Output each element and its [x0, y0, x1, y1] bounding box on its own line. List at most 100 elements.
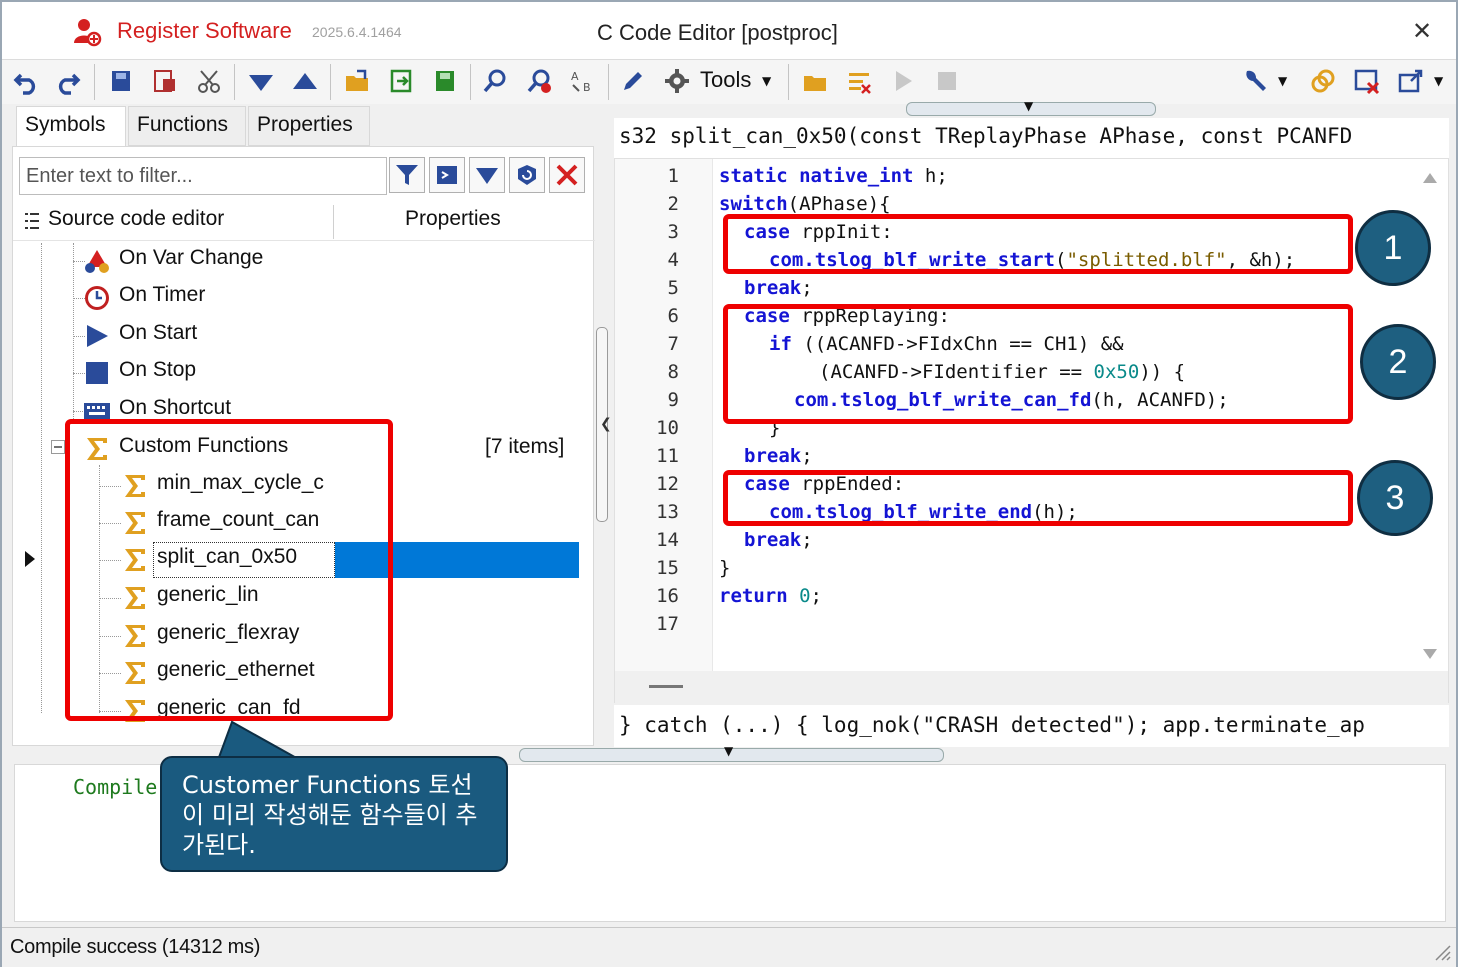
chevron-down-icon[interactable]: ▼: [1434, 74, 1443, 88]
undo-icon[interactable]: [10, 64, 44, 98]
open-folder-icon[interactable]: [340, 64, 374, 98]
new-window-icon[interactable]: [1394, 64, 1428, 98]
status-text: Compile success (14312 ms): [10, 936, 261, 958]
move-up-icon[interactable]: [288, 64, 322, 98]
folder-icon[interactable]: [798, 64, 832, 98]
line-number: 3: [667, 221, 679, 243]
filter-icon[interactable]: [389, 157, 425, 193]
line-number: 13: [656, 501, 679, 523]
scroll-down-icon[interactable]: [1423, 649, 1437, 659]
svg-text:A: A: [571, 70, 579, 83]
line-number: 10: [656, 417, 679, 439]
line-number: 4: [667, 249, 679, 271]
line-number: 5: [667, 277, 679, 299]
tab-symbols[interactable]: Symbols: [16, 106, 126, 146]
scroll-thumb[interactable]: [649, 685, 683, 688]
close-button[interactable]: ✕: [1407, 16, 1437, 46]
start-icon: [87, 325, 108, 347]
line-number: 6: [667, 305, 679, 327]
close-window-icon[interactable]: [1350, 64, 1384, 98]
code-line: return 0;: [719, 585, 822, 607]
checklist-icon[interactable]: [842, 64, 876, 98]
catch-line[interactable]: } catch (...) { log_nok("CRASH detected"…: [614, 705, 1449, 747]
wrench-icon[interactable]: [1238, 64, 1272, 98]
run-icon[interactable]: [886, 64, 920, 98]
tab-functions[interactable]: Functions: [128, 106, 246, 146]
line-number: 1: [667, 165, 679, 187]
status-bar: Compile success (14312 ms): [2, 927, 1456, 967]
annotation-box-2: [723, 304, 1353, 424]
link-icon[interactable]: [1306, 64, 1340, 98]
tree-item-on-stop[interactable]: On Stop: [13, 355, 573, 391]
annotation-circle-3: 3: [1357, 460, 1433, 536]
toolbar: AB Tools ▼ ▼ ▼: [2, 60, 1456, 104]
code-line: }: [719, 557, 731, 579]
chevron-down-icon: ▼: [1024, 99, 1034, 113]
items-count: [7 items]: [485, 435, 565, 458]
code-line: break;: [744, 529, 813, 551]
save-as-icon[interactable]: [148, 64, 182, 98]
code-line: break;: [744, 445, 813, 467]
save-icon[interactable]: [104, 64, 138, 98]
edit-pen-icon[interactable]: [616, 64, 650, 98]
replace-ab-icon[interactable]: AB: [566, 64, 600, 98]
code-line: static native_int h;: [719, 165, 948, 187]
register-user-icon: [74, 19, 102, 47]
tree-item-on-timer[interactable]: On Timer: [13, 280, 573, 316]
column-source-code-editor[interactable]: Source code editor: [48, 207, 224, 231]
line-number: 12: [656, 473, 679, 495]
collapse-panel-chevron-icon[interactable]: ❮: [600, 416, 612, 432]
annotation-circle-2: 2: [1360, 324, 1436, 400]
annotation-box-3: [723, 470, 1353, 526]
tree-item-on-start[interactable]: On Start: [13, 318, 573, 354]
line-number: 8: [667, 361, 679, 383]
cut-icon[interactable]: [192, 64, 226, 98]
line-number: 14: [656, 529, 679, 551]
apply-filter-icon[interactable]: [429, 157, 465, 193]
line-number: 2: [667, 193, 679, 215]
resize-grip-icon[interactable]: [1432, 940, 1452, 962]
find-replace-icon[interactable]: [522, 64, 556, 98]
tree-item-on-var-change[interactable]: On Var Change: [13, 243, 573, 279]
line-number: 16: [656, 585, 679, 607]
tab-properties[interactable]: Properties: [248, 106, 370, 146]
refresh-icon[interactable]: [509, 157, 545, 193]
annotation-circle-1: 1: [1355, 210, 1431, 286]
line-number: 17: [656, 613, 679, 635]
editor-horizontal-scrollbar[interactable]: [615, 671, 1448, 703]
function-signature[interactable]: s32 split_can_0x50(const TReplayPhase AP…: [614, 118, 1449, 158]
tools-menu[interactable]: Tools: [700, 67, 751, 93]
register-software-link[interactable]: Register Software: [117, 18, 292, 44]
filter-input[interactable]: [19, 157, 387, 195]
title-bar: Register Software 2025.6.4.1464 C Code E…: [2, 2, 1456, 60]
version-label: 2025.6.4.1464: [312, 24, 402, 40]
column-properties[interactable]: Properties: [405, 207, 501, 231]
clear-filter-icon[interactable]: [549, 157, 585, 193]
line-number: 15: [656, 557, 679, 579]
code-line: break;: [744, 277, 813, 299]
left-tabs: Symbols Functions Properties: [12, 104, 592, 146]
line-number: 11: [656, 445, 679, 467]
timer-icon: [85, 286, 109, 310]
scroll-up-icon[interactable]: [1423, 173, 1437, 183]
window-title: C Code Editor [postproc]: [597, 20, 838, 45]
collapse-filter-icon[interactable]: [469, 157, 505, 193]
gear-icon[interactable]: [660, 64, 694, 98]
chevron-down-icon: ▼: [762, 74, 772, 88]
redo-icon[interactable]: [50, 64, 84, 98]
var-change-icon: [85, 250, 109, 273]
find-icon[interactable]: [478, 64, 512, 98]
move-down-icon[interactable]: [244, 64, 278, 98]
import-icon[interactable]: [428, 64, 462, 98]
chevron-down-icon[interactable]: ▼: [1278, 74, 1287, 88]
annotation-callout: Customer Functions 토선이 미리 작성해둔 함수들이 추가된다…: [160, 756, 508, 872]
collapse-icon[interactable]: [51, 440, 65, 454]
compile-output-text: Compile: [73, 775, 158, 799]
chevron-down-icon: ▼: [724, 744, 734, 758]
export-icon[interactable]: [384, 64, 418, 98]
line-number-gutter: 1 2 3 4 5 6 7 8 9 10 11 12 13 14 15 16 1…: [615, 159, 713, 671]
stop-square-icon: [86, 362, 108, 384]
code-line: switch(APhase){: [719, 193, 891, 215]
stop-icon[interactable]: [930, 64, 964, 98]
annotation-box-1: [723, 214, 1353, 274]
